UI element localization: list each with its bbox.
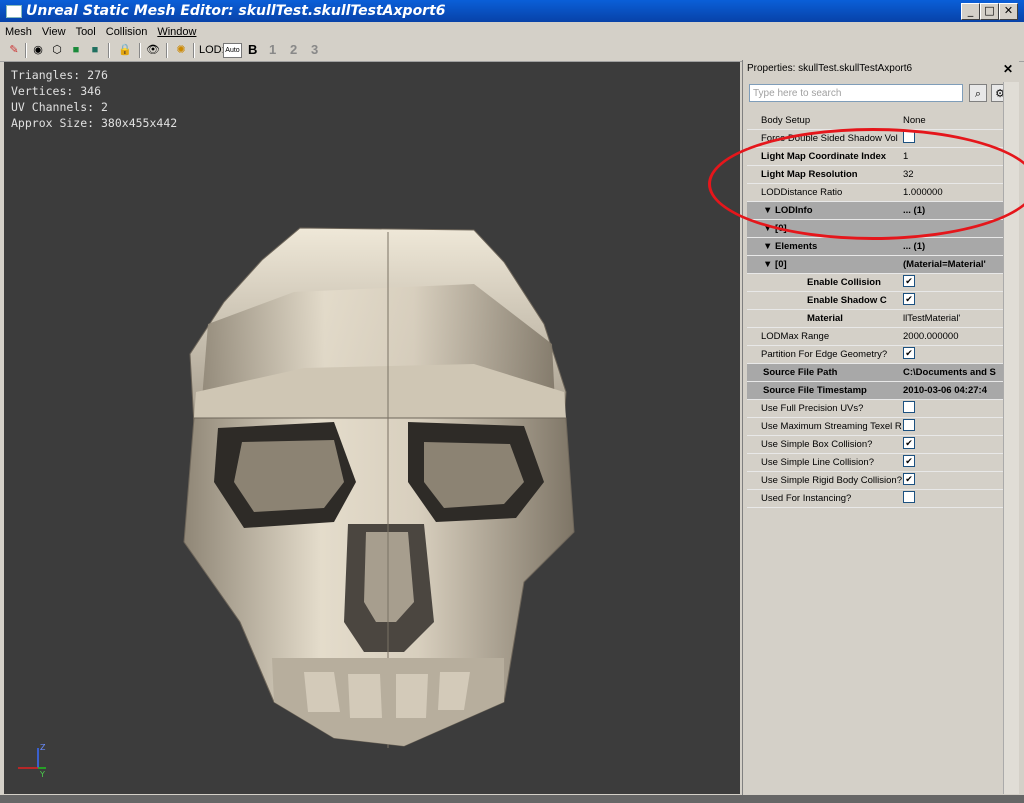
- property-name: LODMax Range: [761, 331, 830, 342]
- checked-checkbox[interactable]: ✔: [903, 347, 915, 360]
- property-value[interactable]: ✔: [903, 472, 1003, 489]
- property-value[interactable]: ✔: [903, 436, 1003, 453]
- menu-mesh[interactable]: Mesh: [0, 24, 37, 38]
- title-bar: Unreal Static Mesh Editor: skullTest.sku…: [0, 0, 1024, 22]
- pencil-icon[interactable]: ✎: [7, 43, 21, 57]
- property-value-text: llTestMaterial': [903, 313, 961, 324]
- property-value[interactable]: [903, 400, 1003, 417]
- checked-checkbox[interactable]: ✔: [903, 473, 915, 486]
- property-value[interactable]: ✔: [903, 292, 1003, 309]
- property-value[interactable]: ✔: [903, 454, 1003, 471]
- property-value[interactable]: ✔: [903, 274, 1003, 291]
- property-value[interactable]: C:\Documents and S: [903, 364, 1003, 381]
- unchecked-checkbox[interactable]: [903, 491, 915, 504]
- property-value[interactable]: ... (1): [903, 238, 1003, 255]
- property-name: Use Simple Box Collision?: [761, 439, 873, 450]
- property-row[interactable]: Use Simple Line Collision? ✔: [747, 454, 1003, 472]
- unchecked-checkbox[interactable]: [903, 401, 915, 414]
- lod-base-button[interactable]: B: [248, 42, 257, 57]
- property-value-text: None: [903, 115, 926, 126]
- property-name: ▼ [0]: [747, 256, 918, 273]
- lod-3-button[interactable]: 3: [311, 42, 318, 57]
- axis-z-label: Z: [40, 743, 46, 752]
- property-row[interactable]: Enable Shadow C ✔: [747, 292, 1003, 310]
- property-search-input[interactable]: Type here to search: [749, 84, 963, 102]
- checked-checkbox[interactable]: ✔: [903, 275, 915, 288]
- menu-window[interactable]: Window: [152, 24, 201, 38]
- annotation-circle: [708, 128, 1024, 240]
- property-value[interactable]: [903, 418, 1003, 435]
- checked-checkbox[interactable]: ✔: [903, 293, 915, 306]
- minimize-button[interactable]: _: [961, 3, 980, 20]
- property-row[interactable]: Source File Path C:\Documents and S: [747, 364, 1003, 382]
- window-title: Unreal Static Mesh Editor: skullTest.sku…: [26, 3, 446, 19]
- property-row[interactable]: Partition For Edge Geometry? ✔: [747, 346, 1003, 364]
- property-value[interactable]: None: [903, 112, 1003, 129]
- property-row[interactable]: ▼ [0] (Material=Material': [747, 256, 1003, 274]
- property-value[interactable]: ✔: [903, 346, 1003, 363]
- property-value-text: C:\Documents and S: [903, 367, 996, 378]
- property-row[interactable]: Enable Collision ✔: [747, 274, 1003, 292]
- property-name: Use Simple Line Collision?: [761, 457, 874, 468]
- property-value[interactable]: llTestMaterial': [903, 310, 1003, 327]
- menu-view[interactable]: View: [37, 24, 71, 38]
- property-row[interactable]: Use Full Precision UVs?: [747, 400, 1003, 418]
- property-row[interactable]: Used For Instancing?: [747, 490, 1003, 508]
- property-name: Use Maximum Streaming Texel R: [761, 421, 902, 432]
- menu-bar: Mesh View Tool Collision Window: [0, 22, 1024, 40]
- property-row[interactable]: ▼ Elements... (1): [747, 238, 1003, 256]
- maximize-button[interactable]: □: [980, 3, 999, 20]
- property-value-text: (Material=Material': [903, 259, 986, 270]
- mesh-viewport[interactable]: Triangles: 276 Vertices: 346 UV Channels…: [4, 62, 740, 794]
- property-row[interactable]: Source File Timestamp 2010-03-06 04:27:4: [747, 382, 1003, 400]
- desktop-strip: [0, 795, 1024, 803]
- property-value[interactable]: 2000.000000: [903, 328, 1003, 345]
- property-value[interactable]: (Material=Material': [903, 256, 1003, 273]
- lod-label: LOD:: [199, 44, 225, 56]
- app-icon: [6, 5, 22, 18]
- property-value[interactable]: 2010-03-06 04:27:4: [903, 382, 1003, 399]
- sun-icon[interactable]: ✺: [174, 43, 188, 57]
- lod-2-button[interactable]: 2: [290, 42, 297, 57]
- property-name: Body Setup: [761, 115, 811, 126]
- property-row[interactable]: Material llTestMaterial': [747, 310, 1003, 328]
- properties-title: Properties: skullTest.skullTestAxport6: [747, 63, 913, 74]
- property-value-text: ... (1): [903, 241, 926, 252]
- eye-icon[interactable]: 👁: [146, 43, 160, 57]
- property-value-text: 2010-03-06 04:27:4: [903, 385, 987, 396]
- property-value-text: 2000.000000: [903, 331, 959, 342]
- axis-gizmo: Z Y: [18, 743, 46, 778]
- collision-icon[interactable]: ■: [69, 43, 83, 57]
- property-name: Used For Instancing?: [761, 493, 852, 504]
- property-name: Use Simple Rigid Body Collision?: [761, 475, 902, 486]
- property-name: Source File Path: [747, 364, 918, 381]
- search-icon[interactable]: ⌕: [969, 84, 987, 102]
- lock-icon[interactable]: 🔒: [118, 43, 132, 57]
- toolbar: ✎ ◉ ⬡ ■ ■ 🔒 👁 ✺ LOD: Auto B 1 2 3: [0, 40, 1024, 62]
- property-value[interactable]: [903, 490, 1003, 507]
- checked-checkbox[interactable]: ✔: [903, 437, 915, 450]
- uv-icon[interactable]: ■: [88, 43, 102, 57]
- property-name: Use Full Precision UVs?: [761, 403, 864, 414]
- property-row[interactable]: LODMax Range 2000.000000: [747, 328, 1003, 346]
- menu-collision[interactable]: Collision: [101, 24, 153, 38]
- property-row[interactable]: Use Maximum Streaming Texel R: [747, 418, 1003, 436]
- axis-y-label: Y: [39, 770, 45, 778]
- close-button[interactable]: ✕: [999, 3, 1018, 20]
- wireframe-icon[interactable]: ◉: [31, 43, 45, 57]
- property-row[interactable]: Use Simple Box Collision? ✔: [747, 436, 1003, 454]
- menu-tool[interactable]: Tool: [71, 24, 101, 38]
- properties-close-icon[interactable]: ✕: [1003, 62, 1013, 76]
- skull-mesh: [183, 227, 575, 748]
- property-row[interactable]: Use Simple Rigid Body Collision? ✔: [747, 472, 1003, 490]
- lod-auto-button[interactable]: Auto: [223, 43, 242, 58]
- property-name: ▼ Elements: [747, 238, 918, 255]
- unchecked-checkbox[interactable]: [903, 419, 915, 432]
- checked-checkbox[interactable]: ✔: [903, 455, 915, 468]
- lod-1-button[interactable]: 1: [269, 42, 276, 57]
- property-name: Source File Timestamp: [747, 382, 918, 399]
- cube-icon[interactable]: ⬡: [50, 43, 64, 57]
- property-name: Partition For Edge Geometry?: [761, 349, 888, 360]
